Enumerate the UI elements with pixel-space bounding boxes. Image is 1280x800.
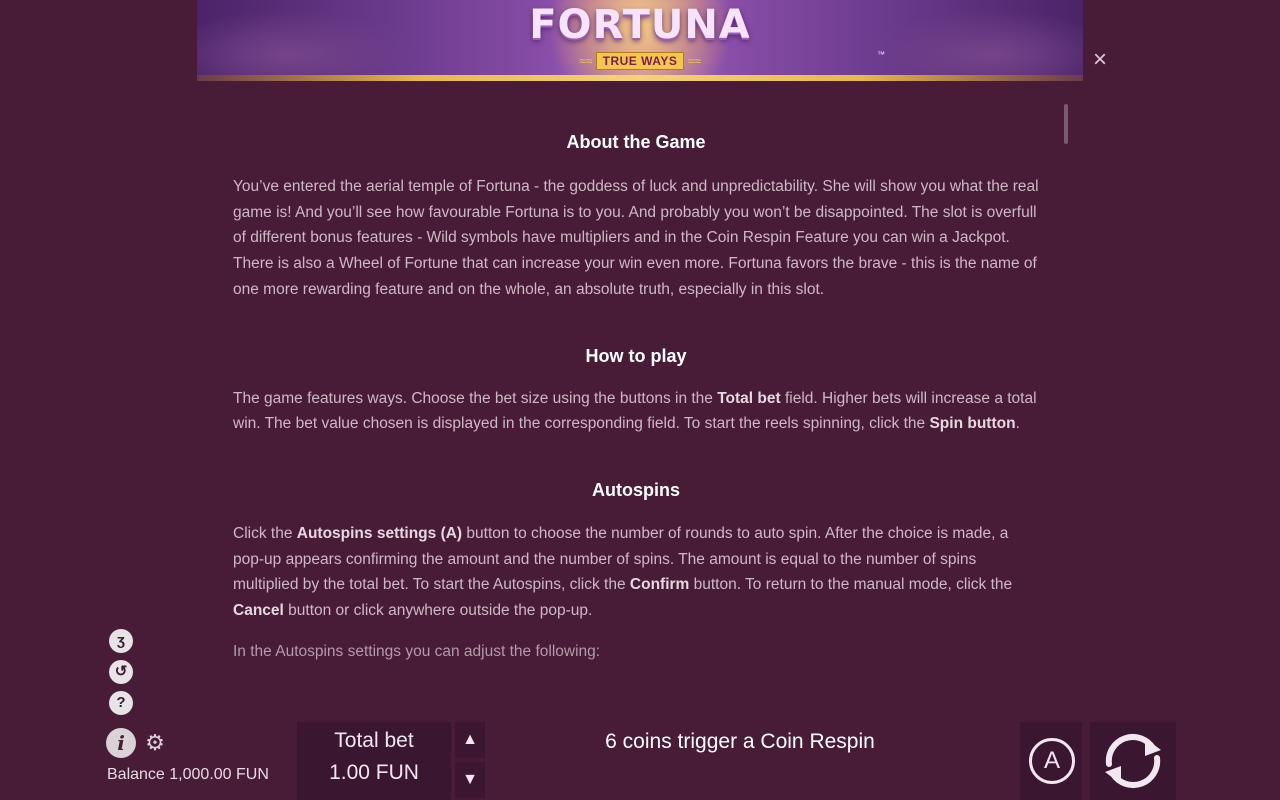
game-logo: FORTUNA xyxy=(529,2,751,48)
game-banner: FORTUNA ≈≈ TRUE WAYS ≈≈ ™ xyxy=(197,0,1083,81)
auto-bold-confirm: Confirm xyxy=(629,576,690,594)
auto-text-1: Click the xyxy=(233,524,297,542)
section-title-how-to-play: How to play xyxy=(585,345,687,366)
autospin-icon: A xyxy=(1029,738,1075,784)
gear-icon[interactable]: ⚙ xyxy=(143,731,167,755)
section-title-about: About the Game xyxy=(566,132,706,152)
scrollbar-thumb[interactable] xyxy=(1064,104,1068,144)
help-icon[interactable]: ? xyxy=(109,691,133,715)
history-icon[interactable]: ↺ xyxy=(109,660,133,684)
spin-button[interactable] xyxy=(1090,722,1176,800)
turbo-icon[interactable]: ʒ xyxy=(109,629,133,653)
autospins-paragraph: Click the Autospins settings (A) button … xyxy=(233,521,1039,624)
how-to-play-paragraph: The game features ways. Choose the bet s… xyxy=(233,386,1039,437)
total-bet-value: 1.00 FUN xyxy=(329,761,419,784)
auto-bold-settings: Autospins settings (A) xyxy=(296,524,463,542)
how-bold-spin-button: Spin button xyxy=(929,415,1016,433)
how-text-1: The game features ways. Choose the bet s… xyxy=(233,389,718,407)
about-paragraph: You’ve entered the aerial temple of Fort… xyxy=(233,178,1039,298)
logo-subtitle-plate: TRUE WAYS xyxy=(595,52,685,70)
how-text-3: . xyxy=(1015,415,1020,433)
total-bet-label: Total bet xyxy=(334,729,414,752)
status-message: 6 coins trigger a Coin Respin xyxy=(605,730,875,753)
spin-icon xyxy=(1105,733,1161,789)
game-logo-subtitle: ≈≈ TRUE WAYS ≈≈ xyxy=(197,52,1083,72)
autospins-adjust-paragraph: In the Autospins settings you can adjust… xyxy=(233,642,601,660)
balance-value: 1,000.00 FUN xyxy=(169,766,269,783)
total-bet-field: Total bet 1.00 FUN xyxy=(297,722,451,800)
info-icon[interactable]: i xyxy=(106,728,136,758)
auto-text-3: button. To return to the manual mode, cl… xyxy=(689,576,1013,594)
close-icon[interactable]: × xyxy=(1089,48,1111,72)
how-bold-total-bet: Total bet xyxy=(717,389,781,407)
balance-display: Balance 1,000.00 FUN xyxy=(107,766,269,784)
logo-wing-right-icon: ≈≈ xyxy=(684,54,701,68)
section-title-autospins: Autospins xyxy=(592,479,680,500)
rules-content: About the Game You’ve entered the aerial… xyxy=(233,128,1039,664)
arrow-down-icon[interactable]: ▼ xyxy=(455,762,485,798)
auto-bold-cancel: Cancel xyxy=(233,602,284,620)
balance-label: Balance xyxy=(107,766,165,783)
logo-wing-left-icon: ≈≈ xyxy=(579,54,596,68)
logo-trademark: ™ xyxy=(877,50,885,59)
autospin-settings-button[interactable]: A xyxy=(1020,722,1082,800)
auto-text-4: button or click anywhere outside the pop… xyxy=(283,602,593,620)
banner-floor xyxy=(197,75,1083,81)
arrow-up-icon[interactable]: ▲ xyxy=(455,722,485,758)
